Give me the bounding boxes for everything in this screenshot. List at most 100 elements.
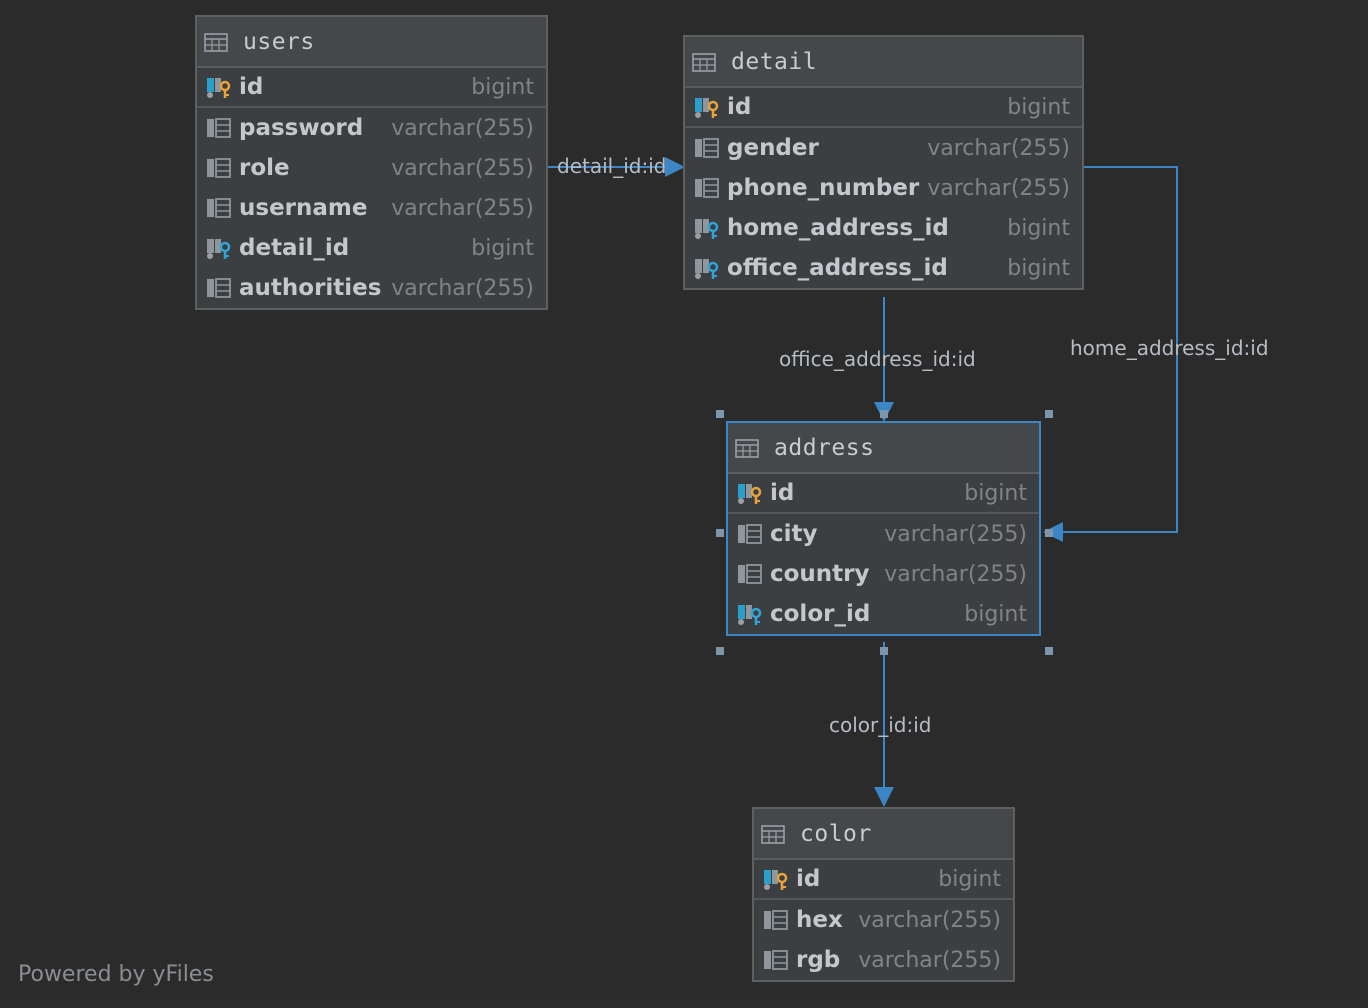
selection-handle-top-left[interactable] xyxy=(716,410,724,418)
column-type: varchar(255) xyxy=(884,521,1027,547)
column-type: varchar(255) xyxy=(391,155,534,181)
column-name: authorities xyxy=(239,275,382,301)
column-type: varchar(255) xyxy=(927,135,1070,161)
table-header: users xyxy=(197,17,546,68)
table-header: detail xyxy=(685,37,1082,88)
table-row[interactable]: password varchar(255) xyxy=(197,108,546,148)
powered-by-label: Powered by yFiles xyxy=(18,962,214,987)
table-row[interactable]: detail_id bigint xyxy=(197,228,546,268)
column-name: rgb xyxy=(796,947,841,973)
selection-handle-top-right[interactable] xyxy=(1045,410,1053,418)
column-name: country xyxy=(770,561,870,587)
column-icon xyxy=(738,524,762,544)
table-row[interactable]: phone_number varchar(255) xyxy=(685,168,1082,208)
table-header: color xyxy=(754,809,1013,860)
foreign-key-icon xyxy=(695,259,719,279)
column-type: bigint xyxy=(1007,215,1070,241)
table-row[interactable]: office_address_id bigint xyxy=(685,248,1082,288)
column-name: role xyxy=(239,155,290,181)
primary-key-icon xyxy=(738,484,762,504)
selection-handle-middle-left[interactable] xyxy=(716,529,724,537)
primary-key-icon xyxy=(695,98,719,118)
table-title: address xyxy=(774,434,875,461)
column-name: id xyxy=(727,94,752,120)
edge-label-office-address: office_address_id:id xyxy=(779,347,976,371)
table-row[interactable]: city varchar(255) xyxy=(728,514,1039,554)
column-type: bigint xyxy=(964,601,1027,627)
column-type: varchar(255) xyxy=(884,561,1027,587)
column-type: bigint xyxy=(938,866,1001,892)
selection-handle-top-center[interactable] xyxy=(880,410,888,418)
column-icon xyxy=(695,178,719,198)
table-detail[interactable]: detail id bigint gender varchar(255) pho… xyxy=(683,35,1084,290)
column-name: detail_id xyxy=(239,235,350,261)
table-icon xyxy=(761,824,785,844)
selection-handle-middle-right[interactable] xyxy=(1045,529,1053,537)
column-type: bigint xyxy=(471,235,534,261)
column-icon xyxy=(764,910,788,930)
selection-handle-bottom-right[interactable] xyxy=(1045,647,1053,655)
table-row-pk[interactable]: id bigint xyxy=(685,88,1082,128)
column-type: bigint xyxy=(964,480,1027,506)
table-header: address xyxy=(728,423,1039,474)
column-type: varchar(255) xyxy=(391,195,534,221)
primary-key-icon xyxy=(207,78,231,98)
primary-key-icon xyxy=(764,870,788,890)
column-name: home_address_id xyxy=(727,215,949,241)
table-row[interactable]: gender varchar(255) xyxy=(685,128,1082,168)
table-row[interactable]: hex varchar(255) xyxy=(754,900,1013,940)
column-type: bigint xyxy=(1007,255,1070,281)
column-name: city xyxy=(770,521,818,547)
table-row[interactable]: country varchar(255) xyxy=(728,554,1039,594)
column-type: varchar(255) xyxy=(391,275,534,301)
selection-handle-bottom-left[interactable] xyxy=(716,647,724,655)
table-row[interactable]: home_address_id bigint xyxy=(685,208,1082,248)
table-icon xyxy=(692,52,716,72)
column-name: id xyxy=(239,74,264,100)
column-icon xyxy=(207,198,231,218)
edge-label-color: color_id:id xyxy=(829,713,932,737)
column-type: bigint xyxy=(1007,94,1070,120)
table-row-pk[interactable]: id bigint xyxy=(197,68,546,108)
column-type: varchar(255) xyxy=(858,947,1001,973)
column-name: password xyxy=(239,115,364,141)
table-title: color xyxy=(800,820,872,847)
column-name: phone_number xyxy=(727,175,920,201)
column-name: id xyxy=(796,866,821,892)
column-icon xyxy=(207,278,231,298)
column-name: id xyxy=(770,480,795,506)
table-row[interactable]: username varchar(255) xyxy=(197,188,546,228)
table-title: detail xyxy=(731,48,818,75)
column-type: varchar(255) xyxy=(858,907,1001,933)
column-icon xyxy=(695,138,719,158)
column-name: username xyxy=(239,195,368,221)
arrowhead-color xyxy=(874,787,894,807)
column-name: office_address_id xyxy=(727,255,948,281)
edge-label-users-detail: detail_id:id xyxy=(557,154,667,178)
table-users[interactable]: users id bigint password varchar(255) ro… xyxy=(195,15,548,310)
table-row[interactable]: color_id bigint xyxy=(728,594,1039,634)
table-row[interactable]: authorities varchar(255) xyxy=(197,268,546,308)
column-icon xyxy=(764,950,788,970)
table-row-pk[interactable]: id bigint xyxy=(728,474,1039,514)
foreign-key-icon xyxy=(695,219,719,239)
column-type: varchar(255) xyxy=(391,115,534,141)
column-icon xyxy=(738,564,762,584)
column-type: bigint xyxy=(471,74,534,100)
foreign-key-icon xyxy=(207,239,231,259)
selection-handle-bottom-center[interactable] xyxy=(880,647,888,655)
table-color[interactable]: color id bigint hex varchar(255) rgb var… xyxy=(752,807,1015,982)
table-row-pk[interactable]: id bigint xyxy=(754,860,1013,900)
table-icon xyxy=(735,438,759,458)
column-name: color_id xyxy=(770,601,871,627)
arrowhead-users-detail xyxy=(665,157,685,177)
foreign-key-icon xyxy=(738,605,762,625)
column-type: varchar(255) xyxy=(927,175,1070,201)
table-row[interactable]: role varchar(255) xyxy=(197,148,546,188)
table-address[interactable]: address id bigint city varchar(255) coun… xyxy=(726,421,1041,636)
column-icon xyxy=(207,158,231,178)
column-name: hex xyxy=(796,907,843,933)
table-row[interactable]: rgb varchar(255) xyxy=(754,940,1013,980)
column-icon xyxy=(207,118,231,138)
table-title: users xyxy=(243,28,315,55)
